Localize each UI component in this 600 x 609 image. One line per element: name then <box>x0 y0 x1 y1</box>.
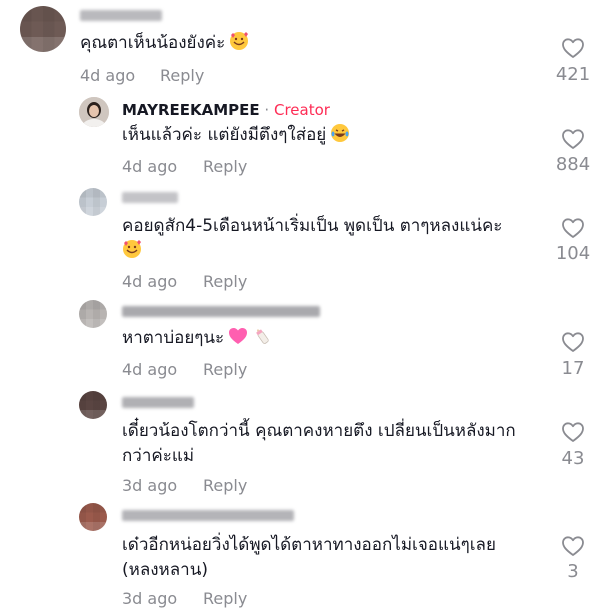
smiling-face-with-hearts-emoji <box>230 32 249 50</box>
avatar-blurred[interactable] <box>79 391 107 419</box>
smiling-face-with-hearts-emoji <box>123 240 141 258</box>
comment-text: คุณตาเห็นน้องยังค่ะ <box>80 31 249 56</box>
avatar-blurred[interactable] <box>79 503 107 531</box>
comment-text: เดี๋ยวน้องโตกว่านี้ คุณตาคงหายตึง เปลี่ย… <box>122 421 516 466</box>
like-count: 17 <box>561 358 585 379</box>
comment-text: หาตาบ่อยๆนะ <box>122 326 272 351</box>
creator-username[interactable]: MAYREEKAMPEE · Creator <box>122 101 330 119</box>
username-blurred[interactable] <box>122 192 178 203</box>
reply-button[interactable]: Reply <box>160 66 204 85</box>
username-blurred[interactable] <box>122 397 194 408</box>
reply-button[interactable]: Reply <box>203 360 247 379</box>
reply-button[interactable]: Reply <box>203 157 247 176</box>
reply-button[interactable]: Reply <box>203 589 247 608</box>
like-count: 884 <box>555 154 591 175</box>
like-count: 421 <box>555 64 591 85</box>
pink-heart-emoji <box>229 328 248 344</box>
comment-text: เห็นแล้วค่ะ แต่ยังมีตึงๆใส่อยู่ <box>122 123 350 148</box>
heart-outline-icon[interactable] <box>561 128 585 150</box>
comment-time: 4d ago <box>122 360 178 379</box>
avatar-blurred[interactable] <box>79 300 107 328</box>
creator-avatar-image <box>79 97 109 127</box>
comment-time: 4d ago <box>122 272 178 291</box>
comment-time: 4d ago <box>80 66 136 85</box>
like-count: 3 <box>567 561 579 582</box>
heart-outline-icon[interactable] <box>561 37 585 59</box>
heart-outline-icon[interactable] <box>561 217 585 239</box>
username-blurred[interactable] <box>80 10 162 21</box>
creator-avatar[interactable] <box>79 97 109 127</box>
like-count: 43 <box>561 448 585 469</box>
comment-time: 3d ago <box>122 589 178 608</box>
username-blurred[interactable] <box>122 306 320 317</box>
reply-button[interactable]: Reply <box>203 476 247 495</box>
creator-badge: Creator <box>273 101 330 119</box>
comment-text: คอยดูสัก4-5เดือนหน้าเริ่มเป็น พูดเป็น ตา… <box>122 214 542 264</box>
avatar-blurred[interactable] <box>20 6 66 52</box>
heart-outline-icon[interactable] <box>561 535 585 557</box>
username-blurred[interactable] <box>122 510 294 521</box>
heart-outline-icon[interactable] <box>561 421 585 443</box>
comment-text: เด๋วอีกหน่อยวิ่งได้พูดได้ตาหาทางออกไม่เจ… <box>122 535 496 580</box>
comment-time: 3d ago <box>122 476 178 495</box>
reply-button[interactable]: Reply <box>203 272 247 291</box>
heart-outline-icon[interactable] <box>561 331 585 353</box>
laughing-face-emoji <box>331 124 350 142</box>
avatar-blurred[interactable] <box>79 188 107 216</box>
like-count: 104 <box>555 243 591 264</box>
baby-bottle-emoji <box>256 329 269 344</box>
comment-time: 4d ago <box>122 157 178 176</box>
